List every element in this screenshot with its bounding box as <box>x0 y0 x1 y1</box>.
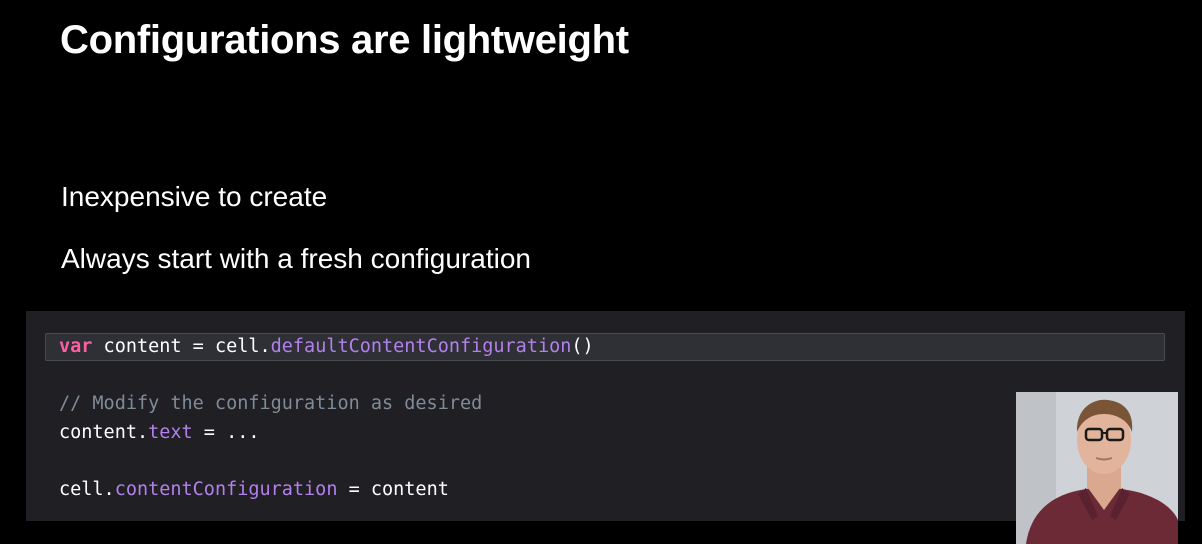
code-line-4: cell.contentConfiguration = content <box>59 479 449 500</box>
code-text: () <box>571 336 594 357</box>
code-line-1: var content = cell.defaultContentConfigu… <box>59 336 594 357</box>
code-text: cell. <box>59 479 115 500</box>
function-name: defaultContentConfiguration <box>270 336 572 357</box>
keyword-var: var <box>59 336 93 357</box>
code-text: = content <box>337 479 449 500</box>
code-text: content = cell. <box>92 336 271 357</box>
code-text: = ... <box>192 422 260 443</box>
bullet-fresh-configuration: Always start with a fresh configuration <box>61 243 531 274</box>
code-line-3: content.text = ... <box>59 422 260 443</box>
presenter-video <box>1016 392 1178 544</box>
bullet-inexpensive: Inexpensive to create <box>61 181 328 212</box>
presenter-icon <box>1016 392 1178 544</box>
property-content-configuration: contentConfiguration <box>114 479 338 500</box>
code-panel: var content = cell.defaultContentConfigu… <box>26 311 1185 521</box>
code-comment: // Modify the configuration as desired <box>59 393 483 414</box>
code-text: content. <box>59 422 149 443</box>
property-text: text <box>148 422 193 443</box>
slide-title: Configurations are lightweight <box>60 18 629 62</box>
